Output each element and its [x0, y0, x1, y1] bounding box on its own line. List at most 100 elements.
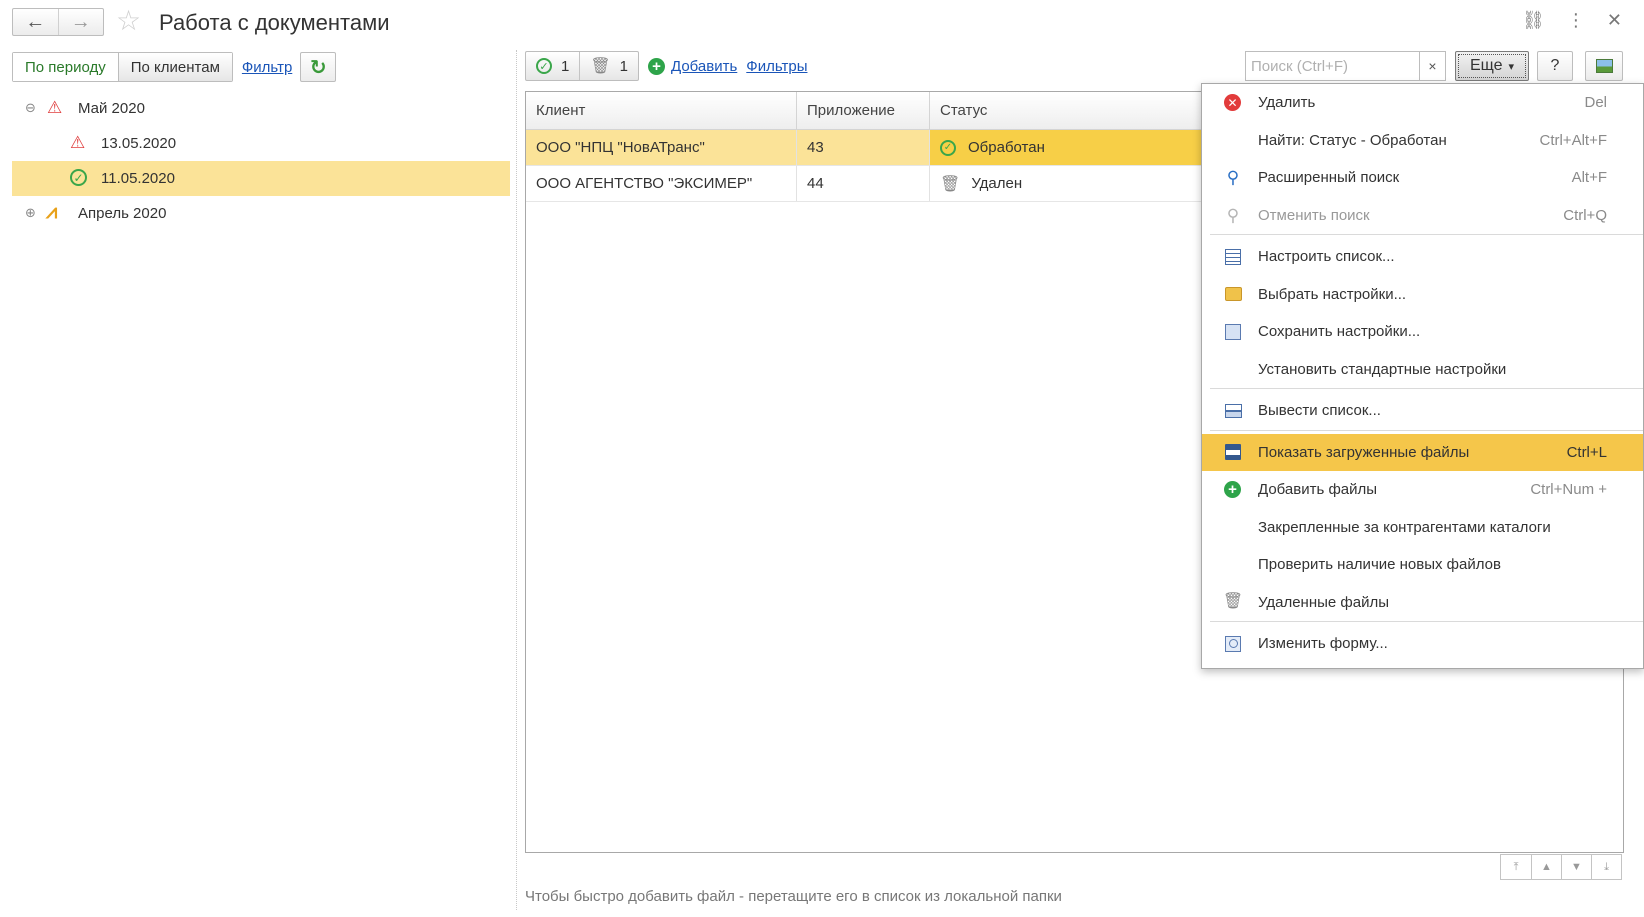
search-cancel-icon: ⚲	[1226, 205, 1240, 225]
grouping-switch: По периоду По клиентам	[12, 52, 233, 82]
menu-item-configure-list[interactable]: Настроить список...	[1202, 238, 1643, 276]
tree-node-label: Май 2020	[78, 100, 145, 117]
forward-button[interactable]: →	[57, 9, 104, 35]
list-settings-icon	[1224, 248, 1242, 266]
status-text: Обработан	[968, 139, 1045, 156]
list-scroll-buttons: ⤒ ▲ ▼ ⤓	[1500, 854, 1622, 880]
search-field: ×	[1245, 51, 1446, 81]
deleted-count: 1	[619, 57, 628, 75]
menu-item-cancel-search[interactable]: ⚲ Отменить поиск Ctrl+Q	[1202, 197, 1643, 235]
delete-red-icon: ✕	[1224, 94, 1241, 112]
filters-link[interactable]: Фильтры	[746, 58, 807, 75]
title-bar: ← → ☆ Работа с документами ⛓ ⋮ ✕	[0, 0, 1644, 46]
warning-triangle-icon: ⚠	[70, 133, 86, 152]
add-link[interactable]: Добавить	[671, 58, 737, 75]
menu-item-label: Установить стандартные настройки	[1258, 360, 1507, 378]
tree-node-label: 13.05.2020	[101, 135, 177, 152]
column-header-application[interactable]: Приложение	[797, 92, 930, 129]
scroll-up-icon[interactable]: ▲	[1531, 855, 1561, 879]
tree-node-may-2020[interactable]: ⊖ ⚠ Май 2020	[12, 91, 510, 126]
scroll-down-icon[interactable]: ▼	[1561, 855, 1591, 879]
cell-application: 44	[797, 166, 930, 201]
menu-item-shortcut: Alt+F	[1571, 169, 1607, 187]
cell-client: ООО "НПЦ "НовАТранс"	[526, 130, 797, 165]
back-button[interactable]: ←	[13, 9, 58, 35]
scroll-top-icon[interactable]: ⤒	[1501, 855, 1531, 879]
menu-item-label: Удаленные файлы	[1258, 593, 1390, 611]
filter-link[interactable]: Фильтр	[242, 59, 292, 76]
print-icon	[1224, 402, 1242, 420]
help-button[interactable]: ?	[1537, 51, 1573, 81]
drag-drop-hint: Чтобы быстро добавить файл - перетащите …	[525, 888, 1062, 905]
menu-item-shortcut: Del	[1584, 94, 1607, 112]
menu-item-shortcut: Ctrl+Num +	[1530, 481, 1607, 499]
menu-item-label: Изменить форму...	[1258, 635, 1388, 653]
check-circle-icon: ✓	[940, 139, 956, 156]
form-icon	[1224, 635, 1242, 653]
search-input[interactable]	[1246, 52, 1419, 80]
check-circle-icon: ✓	[536, 58, 552, 74]
chevron-down-icon: ▾	[1508, 60, 1515, 73]
menu-item-delete[interactable]: ✕ Удалить Del	[1202, 84, 1643, 122]
menu-item-check-new-files[interactable]: Проверить наличие новых файлов	[1202, 546, 1643, 584]
menu-item-label: Расширенный поиск	[1258, 169, 1400, 187]
refresh-button[interactable]: ↻	[300, 52, 337, 82]
menu-item-save-settings[interactable]: Сохранить настройки...	[1202, 313, 1643, 351]
tree-node-april-2020[interactable]: ⊕ ⩘ Апрель 2020	[12, 196, 510, 231]
add-green-icon[interactable]: +	[648, 57, 665, 75]
collapse-icon[interactable]: ⊖	[25, 100, 36, 116]
by-clients-button[interactable]: По клиентам	[118, 53, 232, 81]
close-icon[interactable]: ✕	[1607, 10, 1622, 31]
menu-item-find-status[interactable]: Найти: Статус - Обработан Ctrl+Alt+F	[1202, 122, 1643, 160]
menu-item-change-form[interactable]: Изменить форму...	[1202, 625, 1643, 663]
refresh-icon: ↻	[309, 56, 327, 79]
menu-item-choose-settings[interactable]: Выбрать настройки...	[1202, 276, 1643, 314]
menu-item-add-files[interactable]: + Добавить файлы Ctrl+Num +	[1202, 471, 1643, 509]
menu-item-label: Закрепленные за контрагентами каталоги	[1258, 518, 1551, 536]
more-button-label: Еще	[1469, 57, 1503, 74]
deleted-counter-button[interactable]: 🗑 1	[579, 52, 638, 80]
tree-node-11-05-2020[interactable]: ✓ 11.05.2020	[12, 161, 510, 196]
menu-item-advanced-search[interactable]: ⚲ Расширенный поиск Alt+F	[1202, 159, 1643, 197]
menu-item-label: Проверить наличие новых файлов	[1258, 556, 1501, 574]
by-period-button[interactable]: По периоду	[13, 53, 119, 81]
menu-item-label: Вывести список...	[1258, 402, 1381, 420]
add-green-icon: +	[1224, 481, 1241, 499]
menu-item-print-list[interactable]: Вывести список...	[1202, 392, 1643, 430]
window-controls: ⛓ ⋮ ✕	[1522, 10, 1622, 31]
more-vertical-icon[interactable]: ⋮	[1567, 10, 1585, 31]
menu-item-deleted-files[interactable]: 🗑 Удаленные файлы	[1202, 584, 1643, 622]
menu-item-show-uploaded-files[interactable]: Показать загруженные файлы Ctrl+L	[1202, 433, 1643, 471]
left-toolbar: По периоду По клиентам Фильтр ↻	[12, 52, 337, 82]
more-button[interactable]: Еще ▾	[1455, 51, 1529, 81]
scroll-bottom-icon[interactable]: ⤓	[1591, 855, 1621, 879]
tree-node-label: 11.05.2020	[101, 170, 175, 187]
cell-application: 43	[797, 130, 930, 165]
page-title: Работа с документами	[159, 10, 390, 35]
trash-icon: 🗑	[940, 175, 961, 193]
search-clear-button[interactable]: ×	[1419, 52, 1445, 80]
panel-splitter[interactable]	[516, 50, 517, 910]
link-icon[interactable]: ⛓	[1522, 10, 1545, 31]
menu-item-label: Найти: Статус - Обработан	[1258, 131, 1447, 149]
processed-counter-button[interactable]: ✓ 1	[526, 52, 579, 80]
navigation-buttons: ← →	[12, 8, 104, 36]
menu-item-counterparty-folders[interactable]: Закрепленные за контрагентами каталоги	[1202, 509, 1643, 547]
picture-icon	[1595, 59, 1613, 73]
column-header-client[interactable]: Клиент	[526, 92, 797, 129]
tree-node-13-05-2020[interactable]: ⚠ 13.05.2020	[12, 126, 510, 161]
image-button[interactable]	[1585, 51, 1623, 81]
menu-item-label: Выбрать настройки...	[1258, 285, 1407, 303]
more-menu: ✕ Удалить Del Найти: Статус - Обработан …	[1201, 83, 1644, 669]
favorite-star-icon[interactable]: ☆	[116, 7, 141, 35]
menu-item-label: Сохранить настройки...	[1258, 323, 1421, 341]
expand-icon[interactable]: ⊕	[25, 205, 36, 221]
warning-triangle-icon: ⚠	[47, 98, 63, 117]
status-text: Удален	[971, 175, 1023, 192]
menu-item-default-settings[interactable]: Установить стандартные настройки	[1202, 351, 1643, 389]
menu-item-label: Настроить список...	[1258, 248, 1395, 266]
menu-item-shortcut: Ctrl+L	[1566, 443, 1607, 461]
tree-node-label: Апрель 2020	[78, 205, 167, 222]
period-tree: ⊖ ⚠ Май 2020 ⚠ 13.05.2020 ✓ 11.05.2020 ⊕…	[12, 91, 510, 231]
menu-item-label: Отменить поиск	[1258, 206, 1370, 224]
